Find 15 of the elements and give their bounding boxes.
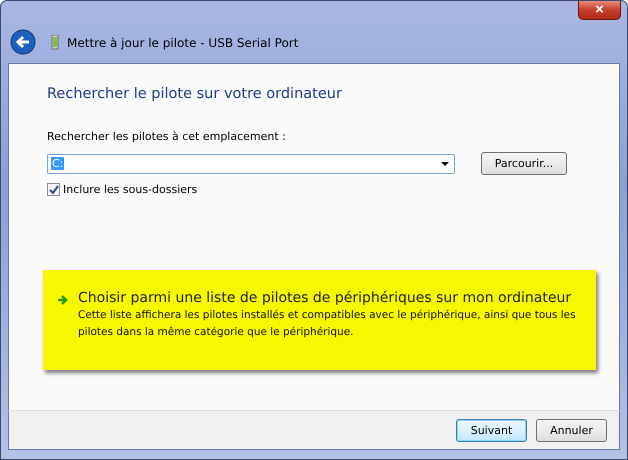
arrow-icon	[57, 294, 69, 306]
usb-plug-icon	[51, 35, 59, 51]
page-heading: Rechercher le pilote sur votre ordinateur	[47, 86, 343, 102]
window-title: Mettre à jour le pilote - USB Serial Port	[67, 36, 298, 50]
checkbox-label[interactable]: Inclure les sous-dossiers	[63, 183, 198, 196]
dialog-button[interactable]: Suivant	[456, 418, 527, 442]
back-button[interactable]	[10, 29, 38, 57]
close-button[interactable]: ×	[578, 1, 621, 20]
browse-button[interactable]: Parcourir...	[481, 152, 567, 175]
option-card[interactable]	[43, 270, 596, 370]
option-description: Cette liste affichera les pilotes installés et compatibles avec le périphérique, ainsi que tous les pilotes dans la même catégorie que le périphérique.	[78, 308, 577, 340]
checkbox[interactable]	[47, 183, 60, 196]
dialog-button[interactable]: Annuler	[536, 418, 607, 442]
field-label: Rechercher les pilotes à cet emplacement :	[47, 130, 287, 143]
option-title: Choisir parmi une liste de pilotes de périphériques sur mon ordinateur	[78, 290, 572, 306]
